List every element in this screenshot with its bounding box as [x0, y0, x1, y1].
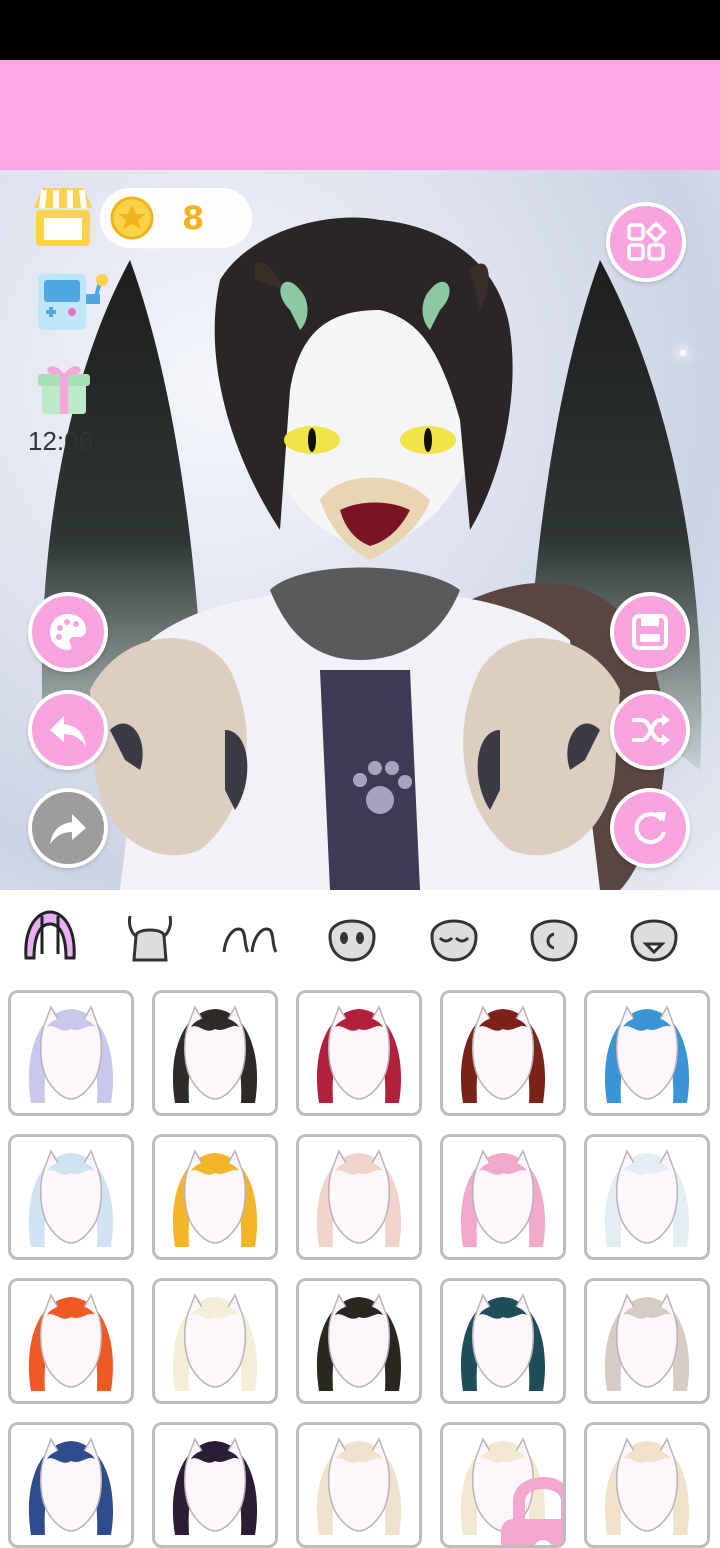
hair-option-13[interactable]	[296, 1278, 422, 1404]
hair-style-thumbnail	[172, 1293, 258, 1391]
hair-style-thumbnail	[604, 1005, 690, 1103]
reset-button[interactable]	[610, 788, 690, 868]
hair-style-thumbnail	[316, 1005, 402, 1103]
hair-option-8[interactable]	[296, 1134, 422, 1260]
tab-face-closed-eyes[interactable]	[424, 906, 484, 966]
tab-face-side[interactable]	[524, 906, 584, 966]
ad-banner[interactable]	[0, 60, 720, 170]
hair-style-thumbnail	[460, 1293, 546, 1391]
hair-style-thumbnail	[28, 1437, 114, 1535]
horns-icon	[128, 915, 172, 962]
hair-style-thumbnail	[316, 1149, 402, 1247]
hair-style-thumbnail	[604, 1149, 690, 1247]
gift-icon[interactable]	[36, 356, 92, 416]
hair-style-thumbnail	[28, 1293, 114, 1391]
arcade-game-icon[interactable]	[34, 268, 110, 336]
clock-label: 12:06	[28, 426, 94, 456]
refresh-icon	[634, 812, 666, 845]
hair-option-grid	[0, 982, 720, 1548]
face-closed-eyes-icon	[430, 919, 478, 962]
hair-option-3[interactable]	[296, 990, 422, 1116]
face-side-icon	[530, 919, 578, 962]
hair-option-4[interactable]	[440, 990, 566, 1116]
redo-button[interactable]	[28, 788, 108, 868]
tab-face-mouth[interactable]	[624, 906, 684, 966]
hair-option-16[interactable]	[8, 1422, 134, 1548]
hair-option-6[interactable]	[8, 1134, 134, 1260]
shop-icon[interactable]	[30, 184, 96, 250]
menu-button[interactable]	[606, 202, 686, 282]
coin-icon	[110, 196, 154, 240]
shuffle-icon	[632, 714, 670, 746]
tab-face-eyes[interactable]	[322, 906, 382, 966]
tab-horns[interactable]	[120, 906, 180, 966]
hair-option-12[interactable]	[152, 1278, 278, 1404]
hair-option-10[interactable]	[584, 1134, 710, 1260]
hair-option-1[interactable]	[8, 990, 134, 1116]
status-bar	[0, 0, 720, 60]
undo-button[interactable]	[28, 690, 108, 770]
coin-count: 8	[182, 199, 205, 237]
redo-arrow-icon	[50, 814, 86, 844]
coin-balance: 8	[100, 188, 252, 248]
hair-option-15[interactable]	[584, 1278, 710, 1404]
hair-style-thumbnail	[172, 1437, 258, 1535]
lock-icon	[501, 1477, 563, 1545]
palette-button[interactable]	[28, 592, 108, 672]
hair-option-14[interactable]	[440, 1278, 566, 1404]
hair-style-thumbnail	[604, 1437, 690, 1535]
hair-style-thumbnail	[28, 1005, 114, 1103]
ears-icon	[222, 927, 278, 953]
hair-style-thumbnail	[604, 1293, 690, 1391]
hair-style-thumbnail	[316, 1437, 402, 1535]
hair-option-11[interactable]	[8, 1278, 134, 1404]
hair-option-9[interactable]	[440, 1134, 566, 1260]
hair-style-thumbnail	[172, 1005, 258, 1103]
palette-icon	[50, 614, 86, 650]
save-button[interactable]	[610, 592, 690, 672]
avatar-stage: 8 12:06	[0, 170, 720, 890]
save-icon	[632, 614, 668, 650]
hair-option-7[interactable]	[152, 1134, 278, 1260]
tab-ears[interactable]	[220, 906, 280, 966]
hair-option-17[interactable]	[152, 1422, 278, 1548]
hair-style-thumbnail	[316, 1293, 402, 1391]
hair-option-2[interactable]	[152, 990, 278, 1116]
grid-menu-icon	[627, 221, 667, 261]
tab-hair[interactable]	[20, 906, 80, 966]
hair-option-5[interactable]	[584, 990, 710, 1116]
hair-style-thumbnail	[460, 1149, 546, 1247]
category-tab-bar	[0, 890, 720, 982]
hair-icon	[24, 910, 76, 960]
hair-option-18[interactable]	[296, 1422, 422, 1548]
hair-style-thumbnail	[28, 1149, 114, 1247]
hair-style-thumbnail	[172, 1149, 258, 1247]
face-eyes-icon	[328, 919, 376, 962]
face-mouth-icon	[630, 919, 678, 962]
hair-style-thumbnail	[460, 1005, 546, 1103]
hair-option-20[interactable]	[584, 1422, 710, 1548]
randomize-button[interactable]	[610, 690, 690, 770]
hair-option-19[interactable]	[440, 1422, 566, 1548]
undo-arrow-icon	[50, 716, 86, 746]
